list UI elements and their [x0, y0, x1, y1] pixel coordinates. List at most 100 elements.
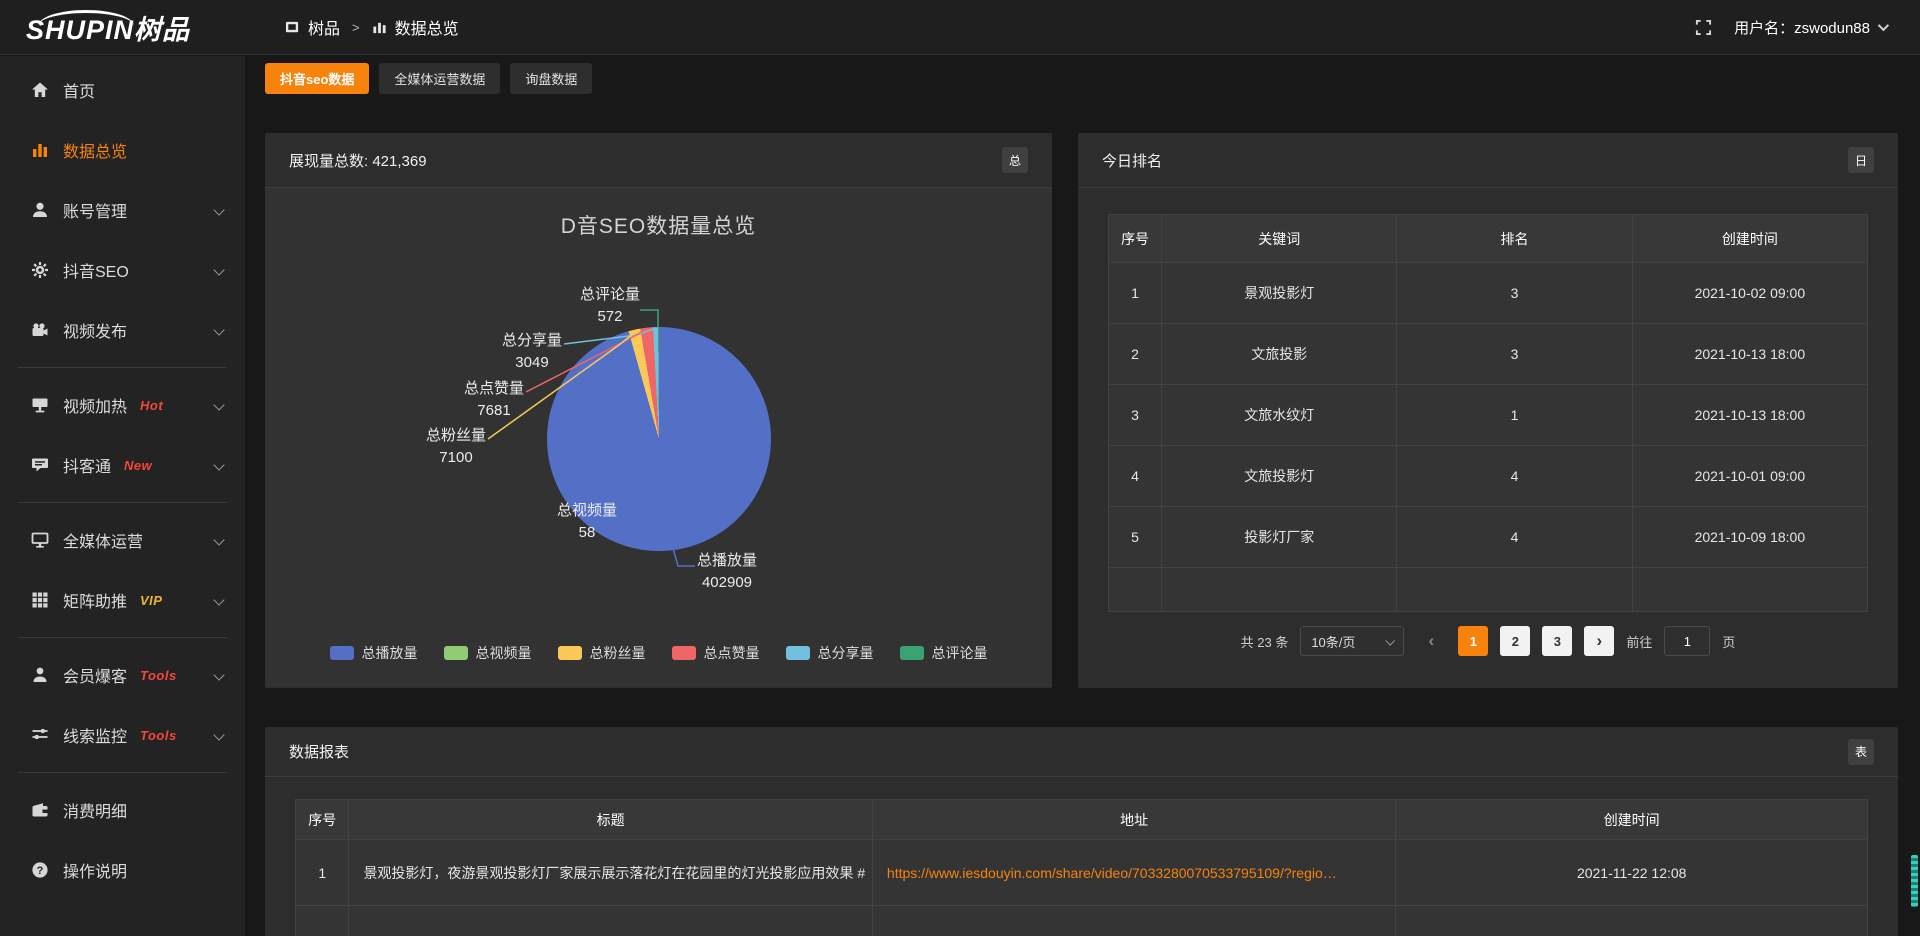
goto-page-input[interactable] — [1664, 626, 1710, 656]
chat-bubble-icon — [30, 456, 49, 475]
video-title-cell: 景观投影灯，夜游景观投影灯厂家展示展示落花灯在花园里的灯光投影应用效果 # — [349, 840, 872, 906]
sidebar-item-video-heat[interactable]: 视频加热 Hot — [0, 375, 245, 435]
chevron-down-icon — [213, 669, 224, 680]
vip-badge: VIP — [140, 593, 162, 608]
grid-icon — [30, 591, 49, 610]
pie-label-comments: 总评论量572 — [580, 284, 640, 328]
person-icon — [30, 666, 49, 685]
pie-label-fans: 总粉丝量7100 — [426, 425, 486, 469]
sidebar-item-data-overview[interactable]: 数据总览 — [0, 120, 245, 180]
chevron-down-icon — [1386, 635, 1396, 645]
chevron-down-icon — [213, 264, 224, 275]
report-table: 序号 标题 地址 创建时间 1 景观投影灯，夜游景观投影灯厂家展示展示落花灯在花… — [295, 799, 1868, 936]
tab-omnimedia-data[interactable]: 全媒体运营数据 — [379, 63, 500, 94]
pie-label-shares: 总分享量3049 — [502, 330, 562, 374]
user-menu[interactable]: 用户名：zswodun88 — [1734, 17, 1886, 38]
sidebar-item-label: 账号管理 — [63, 198, 127, 222]
screen-promote-icon — [30, 396, 49, 415]
table-row: 3文旅水纹灯12021-10-13 18:00 — [1109, 385, 1868, 446]
prev-page-button[interactable]: ‹ — [1416, 626, 1446, 656]
sidebar-item-instructions[interactable]: ? 操作说明 — [0, 840, 245, 900]
sidebar-item-account[interactable]: 账号管理 — [0, 180, 245, 240]
pie-label-likes: 总点赞量7681 — [464, 378, 524, 422]
sidebar-item-label: 消费明细 — [63, 798, 127, 822]
chart-bar-icon — [30, 141, 49, 160]
video-camera-icon — [30, 321, 49, 340]
tools-badge: Tools — [140, 728, 177, 743]
app-logo: SHUPIN树品 — [0, 8, 245, 47]
pie-label-plays: 总播放量402909 — [697, 550, 757, 594]
topbar: SHUPIN树品 树品 > 数据总览 用户名：zswodun88 — [0, 0, 1920, 55]
sidebar-item-home[interactable]: 首页 — [0, 60, 245, 120]
monitor-icon — [30, 531, 49, 550]
legend-swatch — [558, 646, 582, 660]
breadcrumb-root[interactable]: 树品 — [308, 15, 340, 39]
username-label: 用户名：zswodun88 — [1734, 17, 1870, 38]
total-toggle-button[interactable]: 总 — [1002, 147, 1028, 173]
legend-item-fans[interactable]: 总粉丝量 — [558, 643, 646, 663]
chevron-down-icon — [213, 324, 224, 335]
video-url-link[interactable]: https://www.iesdouyin.com/share/video/70… — [887, 865, 1337, 881]
sidebar-item-label: 矩阵助推 — [63, 588, 127, 612]
col-header-url: 地址 — [872, 800, 1395, 840]
page-button-2[interactable]: 2 — [1500, 626, 1530, 656]
legend-swatch — [444, 646, 468, 660]
chevron-down-icon — [213, 204, 224, 215]
scrollbar-thumb[interactable] — [1911, 855, 1918, 907]
next-page-button[interactable]: › — [1584, 626, 1614, 656]
report-panel-title: 数据报表 — [289, 741, 349, 762]
legend-item-plays[interactable]: 总播放量 — [330, 643, 418, 663]
legend-item-likes[interactable]: 总点赞量 — [672, 643, 760, 663]
impressions-total-label: 展现量总数: 421,369 — [289, 150, 427, 171]
table-row: 5投影灯厂家42021-10-09 18:00 — [1109, 507, 1868, 568]
sidebar-item-video-publish[interactable]: 视频发布 — [0, 300, 245, 360]
wallet-icon — [30, 801, 49, 820]
sidebar-item-consumption[interactable]: 消费明细 — [0, 780, 245, 840]
page-size-select[interactable]: 10条/页 — [1300, 626, 1404, 656]
col-header-created: 创建时间 — [1632, 215, 1867, 263]
sidebar-item-label: 抖客通 — [63, 453, 111, 477]
sidebar-item-lead-monitor[interactable]: 线索监控 Tools — [0, 705, 245, 765]
day-toggle-button[interactable]: 日 — [1848, 147, 1874, 173]
logo-arc — [38, 10, 134, 26]
sidebar-item-member-burst[interactable]: 会员爆客 Tools — [0, 645, 245, 705]
table-row: 1 景观投影灯，夜游景观投影灯厂家展示展示落花灯在花园里的灯光投影应用效果 # … — [296, 840, 1868, 906]
sidebar-item-omnimedia[interactable]: 全媒体运营 — [0, 510, 245, 570]
table-toggle-button[interactable]: 表 — [1848, 739, 1874, 765]
total-count-label: 共 23 条 — [1241, 632, 1289, 651]
sidebar-item-douyin-seo[interactable]: 抖音SEO — [0, 240, 245, 300]
data-source-tabs: 抖音seo数据 全媒体运营数据 询盘数据 — [265, 63, 1898, 94]
tab-douyin-seo-data[interactable]: 抖音seo数据 — [265, 63, 369, 94]
sidebar-item-label: 抖音SEO — [63, 258, 129, 282]
page-button-3[interactable]: 3 — [1542, 626, 1572, 656]
chevron-down-icon — [213, 399, 224, 410]
hot-badge: Hot — [140, 398, 163, 413]
tab-inquiry-data[interactable]: 询盘数据 — [510, 63, 592, 94]
home-icon — [30, 81, 49, 100]
sidebar-item-douketong[interactable]: 抖客通 New — [0, 435, 245, 495]
new-badge: New — [124, 458, 152, 473]
col-header-keyword: 关键词 — [1162, 215, 1397, 263]
page-button-1[interactable]: 1 — [1458, 626, 1488, 656]
legend-item-videos[interactable]: 总视频量 — [444, 643, 532, 663]
sidebar-item-matrix-boost[interactable]: 矩阵助推 VIP — [0, 570, 245, 630]
table-row-empty — [1109, 568, 1868, 612]
chart-legend: 总播放量 总视频量 总粉丝量 总点赞量 总分享量 总评论量 — [265, 643, 1052, 663]
sidebar: 首页 数据总览 账号管理 抖音SEO 视频发布 视频加热 Hot 抖客通 New… — [0, 56, 245, 936]
legend-swatch — [786, 646, 810, 660]
table-row: 1景观投影灯32021-10-02 09:00 — [1109, 263, 1868, 324]
report-panel: 数据报表 表 序号 标题 地址 创建时间 1 景观投影灯，夜游景观投影灯 — [265, 727, 1898, 936]
legend-item-comments[interactable]: 总评论量 — [900, 643, 988, 663]
sidebar-divider — [18, 772, 227, 773]
col-header-title: 标题 — [349, 800, 872, 840]
fullscreen-icon[interactable] — [1695, 19, 1712, 36]
chevron-down-icon — [1878, 20, 1889, 31]
col-header-created: 创建时间 — [1396, 800, 1868, 840]
goto-label: 前往 — [1626, 632, 1652, 651]
topbar-right: 用户名：zswodun88 — [1695, 17, 1920, 38]
legend-item-shares[interactable]: 总分享量 — [786, 643, 874, 663]
table-row: 4文旅投影灯42021-10-01 09:00 — [1109, 446, 1868, 507]
svg-text:?: ? — [36, 865, 43, 877]
chevron-down-icon — [213, 729, 224, 740]
table-header-row: 序号 标题 地址 创建时间 — [296, 800, 1868, 840]
